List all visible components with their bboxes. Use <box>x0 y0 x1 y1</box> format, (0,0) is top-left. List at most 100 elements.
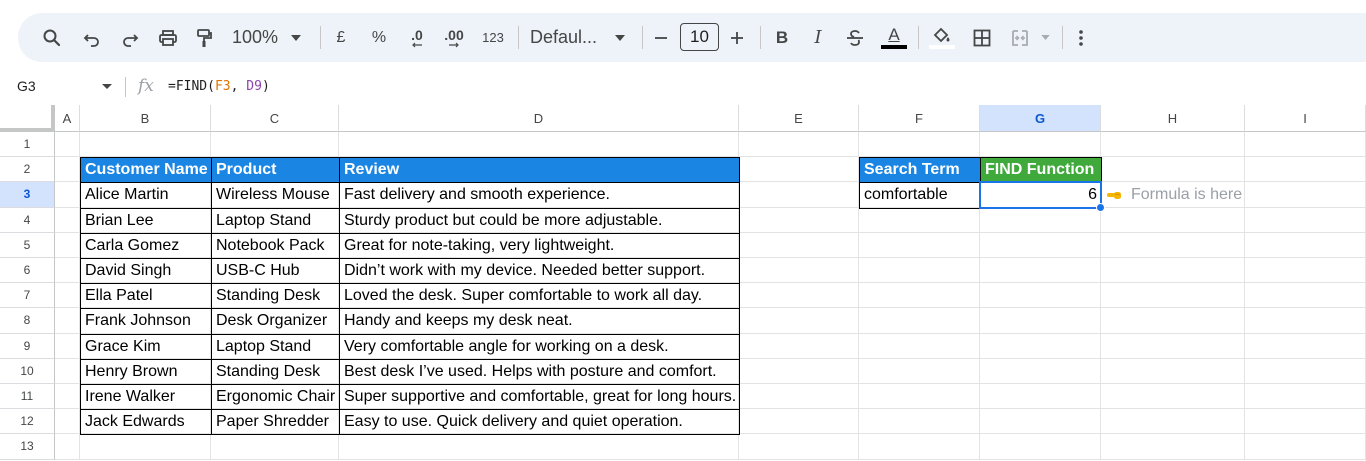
row-header-3[interactable]: 3 <box>0 182 55 208</box>
cell-i10[interactable] <box>1245 358 1366 384</box>
cell-b1[interactable] <box>80 132 211 158</box>
cell-a9[interactable] <box>55 333 80 359</box>
cell-a11[interactable] <box>55 384 80 410</box>
cell-e1[interactable] <box>739 132 859 158</box>
cell-b13[interactable] <box>80 434 211 460</box>
cell-g10[interactable] <box>980 358 1101 384</box>
cell-e13[interactable] <box>739 434 859 460</box>
cell-e5[interactable] <box>739 232 859 258</box>
text-color-button[interactable]: A <box>880 13 908 62</box>
table-cell[interactable]: Paper Shredder <box>211 409 340 436</box>
table-cell[interactable]: Jack Edwards <box>80 409 212 436</box>
cell-f9[interactable] <box>859 333 980 359</box>
cell-f7[interactable] <box>859 283 980 309</box>
search-term-value[interactable]: comfortable <box>859 182 981 209</box>
cell-h1[interactable] <box>1101 132 1245 158</box>
cell-a2[interactable] <box>55 157 80 183</box>
cell-f4[interactable] <box>859 207 980 233</box>
row-header-10[interactable]: 10 <box>0 358 55 384</box>
cell-g12[interactable] <box>980 409 1101 435</box>
cell-e4[interactable] <box>739 207 859 233</box>
select-all-corner[interactable] <box>0 105 55 132</box>
column-header-i[interactable]: I <box>1245 105 1366 132</box>
cell-e6[interactable] <box>739 258 859 284</box>
row-header-13[interactable]: 13 <box>0 434 55 460</box>
cell-a8[interactable] <box>55 308 80 334</box>
increase-decimals-button[interactable]: .00 <box>439 13 469 62</box>
more-formats-button[interactable]: 123 <box>478 13 508 62</box>
cell-i7[interactable] <box>1245 283 1366 309</box>
cell-h10[interactable] <box>1101 358 1245 384</box>
table-cell[interactable]: Ergonomic Chair <box>211 384 340 411</box>
cell-i3[interactable] <box>1245 182 1366 208</box>
row-header-7[interactable]: 7 <box>0 283 55 309</box>
row-header-8[interactable]: 8 <box>0 308 55 334</box>
cell-e10[interactable] <box>739 358 859 384</box>
table-cell[interactable]: Didn’t work with my device. Needed bette… <box>339 258 740 285</box>
cell-c1[interactable] <box>211 132 339 158</box>
cell-e2[interactable] <box>739 157 859 183</box>
redo-button[interactable] <box>116 13 144 62</box>
row-header-2[interactable]: 2 <box>0 157 55 183</box>
percent-format-button[interactable]: % <box>368 13 390 62</box>
column-header-g[interactable]: G <box>980 105 1101 132</box>
cell-i6[interactable] <box>1245 258 1366 284</box>
column-header-e[interactable]: E <box>739 105 859 132</box>
cell-h5[interactable] <box>1101 232 1245 258</box>
cell-g6[interactable] <box>980 258 1101 284</box>
find-result-value[interactable]: 6 <box>980 182 1102 209</box>
cell-a4[interactable] <box>55 207 80 233</box>
print-button[interactable] <box>154 13 182 62</box>
column-header-b[interactable]: B <box>80 105 211 132</box>
cell-a1[interactable] <box>55 132 80 158</box>
italic-button[interactable]: I <box>806 13 830 62</box>
row-header-12[interactable]: 12 <box>0 409 55 435</box>
table-header-cell[interactable]: Review <box>339 157 740 184</box>
zoom-select[interactable]: 100% <box>230 13 280 62</box>
cell-f6[interactable] <box>859 258 980 284</box>
font-family-dropdown[interactable] <box>612 13 628 62</box>
search-menus-button[interactable] <box>38 13 66 62</box>
formula-input[interactable]: =FIND(F3, D9) <box>168 79 270 94</box>
cell-i12[interactable] <box>1245 409 1366 435</box>
column-header-f[interactable]: F <box>859 105 980 132</box>
cell-d1[interactable] <box>339 132 739 158</box>
table-cell[interactable]: Irene Walker <box>80 384 212 411</box>
cell-i4[interactable] <box>1245 207 1366 233</box>
cell-e7[interactable] <box>739 283 859 309</box>
row-header-1[interactable]: 1 <box>0 132 55 158</box>
column-header-a[interactable]: A <box>55 105 80 132</box>
cell-e3[interactable] <box>739 182 859 208</box>
paint-format-button[interactable] <box>190 13 218 62</box>
cell-g13[interactable] <box>980 434 1101 460</box>
strikethrough-button[interactable] <box>842 13 868 62</box>
cell-f11[interactable] <box>859 384 980 410</box>
decrease-decimals-button[interactable]: .0 <box>402 13 432 62</box>
table-cell[interactable]: Loved the desk. Super comfortable to wor… <box>339 283 740 310</box>
cell-f10[interactable] <box>859 358 980 384</box>
table-cell[interactable]: Notebook Pack <box>211 232 340 259</box>
table-cell[interactable]: Ella Patel <box>80 283 212 310</box>
cell-g9[interactable] <box>980 333 1101 359</box>
cell-g1[interactable] <box>980 132 1101 158</box>
table-cell[interactable]: Henry Brown <box>80 358 212 385</box>
table-cell[interactable]: Very comfortable angle for working on a … <box>339 333 740 360</box>
table-cell[interactable]: Carla Gomez <box>80 232 212 259</box>
increase-font-size-button[interactable] <box>726 13 748 62</box>
row-header-5[interactable]: 5 <box>0 232 55 258</box>
row-header-4[interactable]: 4 <box>0 207 55 233</box>
merge-cells-button[interactable] <box>1006 13 1034 62</box>
cell-i5[interactable] <box>1245 232 1366 258</box>
currency-format-button[interactable]: £ <box>330 13 352 62</box>
fill-color-button[interactable] <box>928 13 956 62</box>
table-header-cell[interactable]: Customer Name <box>80 157 212 184</box>
table-cell[interactable]: Laptop Stand <box>211 333 340 360</box>
cell-d13[interactable] <box>339 434 739 460</box>
cell-a13[interactable] <box>55 434 80 460</box>
cell-a6[interactable] <box>55 258 80 284</box>
cell-i13[interactable] <box>1245 434 1366 460</box>
table-cell[interactable]: Frank Johnson <box>80 308 212 335</box>
column-header-d[interactable]: D <box>339 105 739 132</box>
cell-h6[interactable] <box>1101 258 1245 284</box>
cell-e8[interactable] <box>739 308 859 334</box>
